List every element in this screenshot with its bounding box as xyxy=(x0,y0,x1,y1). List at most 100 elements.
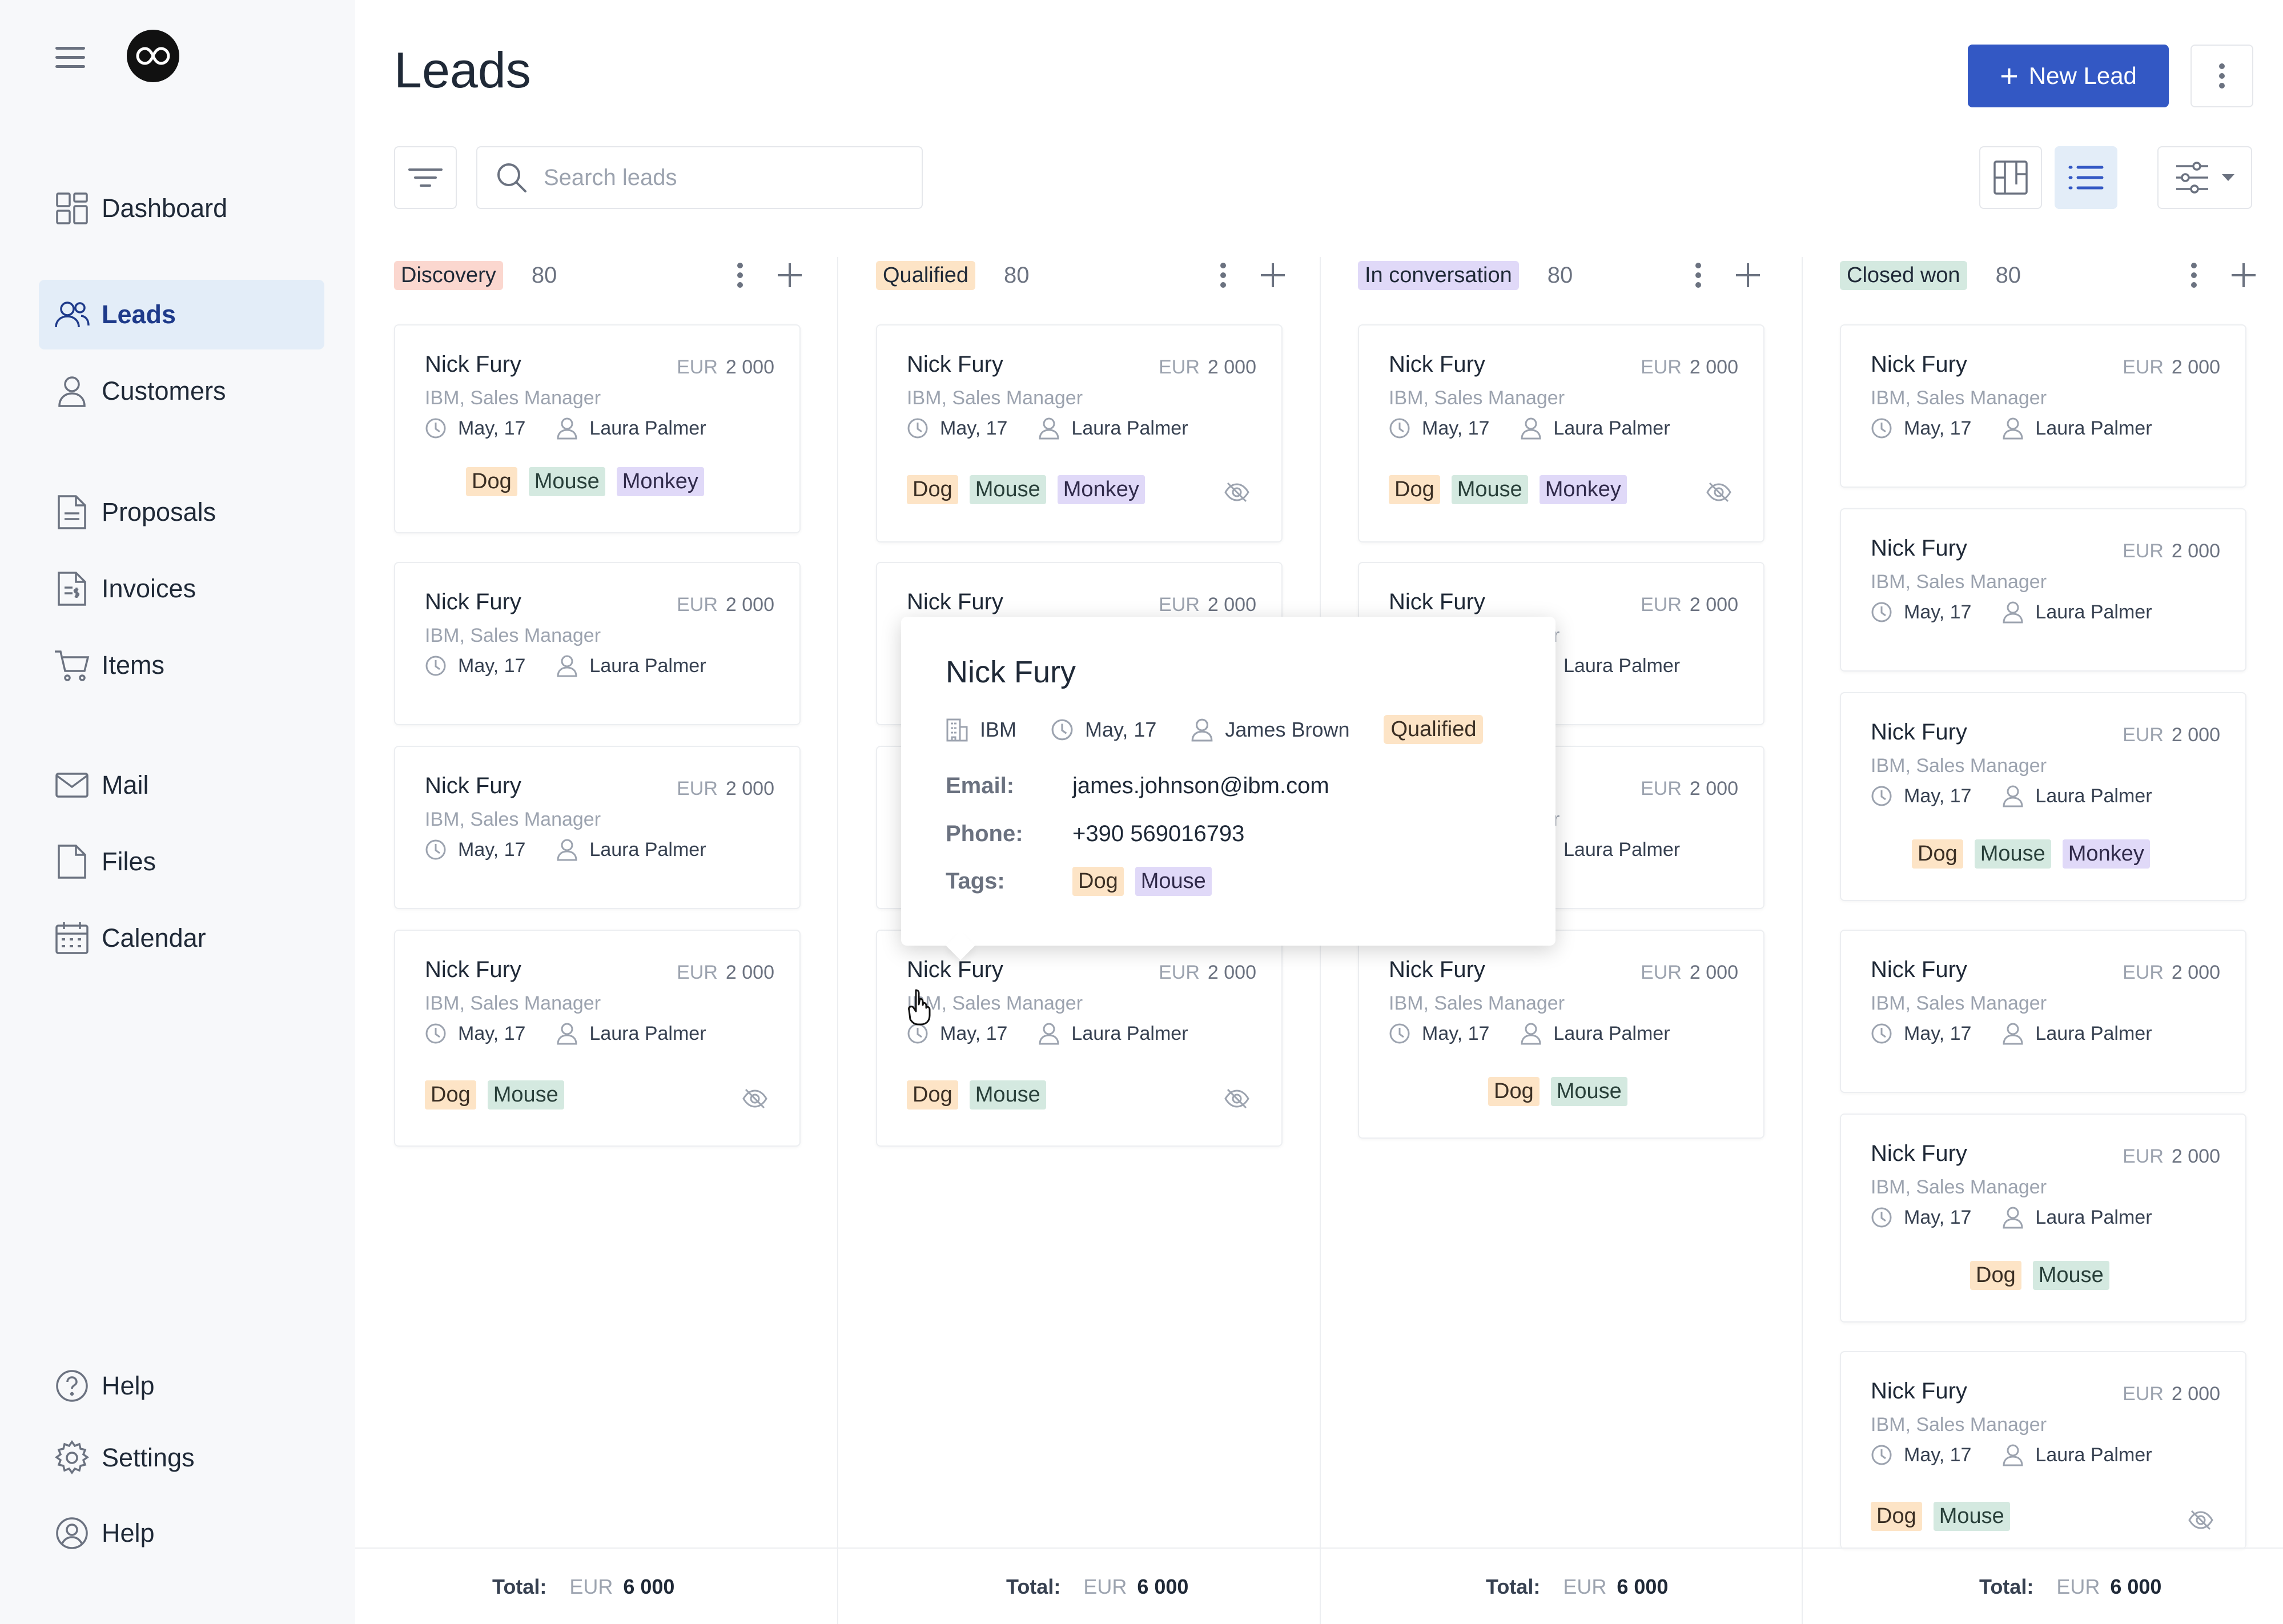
add-lead-icon[interactable] xyxy=(1260,262,1286,288)
lead-card[interactable]: Nick Fury EUR 2 000 IBM, Sales Manager Ma… xyxy=(394,746,801,909)
lead-name: Nick Fury xyxy=(1871,719,1967,745)
sidebar-item-files[interactable]: Files xyxy=(39,827,324,897)
lead-card[interactable]: Nick Fury EUR 2 000 IBM, Sales Manager Ma… xyxy=(394,324,801,533)
clock-icon xyxy=(1871,1207,1892,1228)
clock-icon xyxy=(1389,1023,1410,1044)
clock-icon xyxy=(907,418,928,439)
kebab-icon[interactable] xyxy=(1695,262,1702,288)
user-icon xyxy=(54,373,90,409)
eye-off-icon[interactable] xyxy=(1706,482,1731,503)
column-divider xyxy=(1802,257,1803,1624)
users-icon xyxy=(54,296,90,333)
tag: Dog xyxy=(1970,1261,2021,1290)
lead-role: IBM, Sales Manager xyxy=(1871,1414,2047,1436)
lead-meta: May, 17 Laura Palmer xyxy=(1871,785,2183,807)
sidebar-item-proposals[interactable]: Proposals xyxy=(39,477,324,547)
add-lead-icon[interactable] xyxy=(1735,262,1761,288)
lead-card[interactable]: Nick Fury EUR 2 000 IBM, Sales Manager Ma… xyxy=(1840,508,2246,672)
status-badge: Discovery xyxy=(394,260,503,290)
lead-card[interactable]: Nick Fury EUR 2 000 IBM, Sales Manager Ma… xyxy=(1358,930,1764,1139)
sidebar-item-invoices[interactable]: Invoices xyxy=(39,554,324,624)
sidebar-item-label: Items xyxy=(102,650,165,680)
lead-name: Nick Fury xyxy=(907,352,1003,377)
lead-card[interactable]: Nick Fury EUR 2 000 IBM, Sales Manager Ma… xyxy=(876,324,1283,542)
kebab-icon[interactable] xyxy=(2190,262,2197,288)
sidebar-item-calendar[interactable]: Calendar xyxy=(39,903,324,973)
new-lead-button[interactable]: + New Lead xyxy=(1968,45,2169,107)
eye-off-icon[interactable] xyxy=(1224,482,1249,503)
lead-role: IBM, Sales Manager xyxy=(1871,571,2047,593)
sidebar-item-profile[interactable]: Help xyxy=(39,1498,324,1568)
lead-card[interactable]: Nick Fury EUR 2 000 IBM, Sales Manager Ma… xyxy=(1840,1351,2246,1549)
sidebar-item-items[interactable]: Items xyxy=(39,630,324,700)
status-badge: Qualified xyxy=(1384,715,1484,744)
tag-list: Dog Mouse xyxy=(1970,1261,2121,1290)
phone-value[interactable]: +390 569016793 xyxy=(1072,821,1244,847)
new-lead-label: New Lead xyxy=(2028,62,2137,89)
sidebar-item-customers[interactable]: Customers xyxy=(39,356,324,426)
email-value[interactable]: james.johnson@ibm.com xyxy=(1072,773,1329,799)
user-icon xyxy=(2003,1023,2023,1045)
lead-amount: EUR 2 000 xyxy=(1159,356,1256,378)
add-lead-icon[interactable] xyxy=(2230,262,2257,288)
clock-icon xyxy=(1871,602,1892,622)
search-box[interactable] xyxy=(476,146,923,209)
kanban-icon xyxy=(1993,160,2028,195)
filter-button[interactable] xyxy=(394,146,457,209)
more-options-button[interactable] xyxy=(2190,45,2253,107)
tag: Mouse xyxy=(487,1080,564,1110)
column-header-closed-won: Closed won 80 xyxy=(1840,258,2021,292)
lead-amount: EUR 2 000 xyxy=(1641,962,1738,983)
lead-card[interactable]: Nick Fury EUR 2 000 IBM, Sales Manager Ma… xyxy=(1840,324,2246,488)
lead-card[interactable]: Nick Fury EUR 2 000 IBM, Sales Manager Ma… xyxy=(1840,930,2246,1093)
sidebar-item-label: Settings xyxy=(102,1443,195,1472)
add-lead-icon[interactable] xyxy=(777,262,803,288)
lead-card[interactable]: Nick Fury EUR 2 000 IBM, Sales Manager Ma… xyxy=(1358,324,1764,542)
kanban-view-button[interactable] xyxy=(1979,146,2042,209)
view-settings-dropdown[interactable] xyxy=(2157,146,2252,209)
eye-off-icon[interactable] xyxy=(2188,1510,2213,1530)
kebab-icon[interactable] xyxy=(737,262,743,288)
tag-list: Dog Mouse xyxy=(907,1080,1058,1110)
sidebar-item-settings[interactable]: Settings xyxy=(39,1423,324,1493)
user-icon xyxy=(557,839,577,861)
sidebar: Dashboard Leads Customers Proposals Invo… xyxy=(0,0,355,1624)
tag-list: Dog Mouse Monkey xyxy=(466,467,716,496)
lead-card[interactable]: Nick Fury EUR 2 000 IBM, Sales Manager Ma… xyxy=(1840,1114,2246,1322)
lead-preview-popover: Nick Fury IBM May, 17 James Brown Qualif… xyxy=(901,617,1556,960)
lead-meta: May, 17 Laura Palmer xyxy=(1871,1206,2183,1229)
lead-name: Nick Fury xyxy=(425,589,521,614)
clock-icon xyxy=(907,1023,928,1044)
user-icon xyxy=(1039,1023,1059,1045)
lead-card[interactable]: Nick Fury EUR 2 000 IBM, Sales Manager Ma… xyxy=(394,930,801,1147)
eye-off-icon[interactable] xyxy=(742,1088,767,1109)
lead-card[interactable]: Nick Fury EUR 2 000 IBM, Sales Manager Ma… xyxy=(876,930,1283,1147)
sidebar-item-mail[interactable]: Mail xyxy=(39,750,324,820)
lead-card[interactable]: Nick Fury EUR 2 000 IBM, Sales Manager Ma… xyxy=(1840,692,2246,901)
search-input[interactable] xyxy=(544,164,886,191)
list-view-button[interactable] xyxy=(2055,146,2117,209)
menu-icon[interactable] xyxy=(55,47,85,68)
user-icon xyxy=(2003,1207,2023,1229)
lead-meta: May, 17 Laura Palmer xyxy=(425,838,737,861)
popover-email-row: Email: james.johnson@ibm.com xyxy=(946,773,1329,799)
lead-card[interactable]: Nick Fury EUR 2 000 IBM, Sales Manager Ma… xyxy=(394,562,801,725)
app-logo[interactable] xyxy=(127,30,179,82)
popover-lead-name: Nick Fury xyxy=(946,655,1076,689)
column-actions xyxy=(737,258,803,292)
gear-icon xyxy=(54,1440,90,1476)
user-icon xyxy=(1521,417,1541,440)
lead-amount: EUR 2 000 xyxy=(1641,594,1738,616)
tag: Mouse xyxy=(1451,475,1528,504)
lead-role: IBM, Sales Manager xyxy=(1871,387,2047,409)
sidebar-item-help[interactable]: Help xyxy=(39,1351,324,1421)
user-icon xyxy=(557,417,577,440)
sidebar-item-leads[interactable]: Leads xyxy=(39,280,324,349)
kebab-icon[interactable] xyxy=(1220,262,1227,288)
eye-off-icon[interactable] xyxy=(1224,1088,1249,1109)
sidebar-item-dashboard[interactable]: Dashboard xyxy=(39,174,324,243)
sidebar-item-label: Calendar xyxy=(102,923,206,952)
lead-amount: EUR 2 000 xyxy=(677,356,774,378)
lead-role: IBM, Sales Manager xyxy=(907,387,1083,409)
lead-amount: EUR 2 000 xyxy=(2123,1145,2220,1167)
